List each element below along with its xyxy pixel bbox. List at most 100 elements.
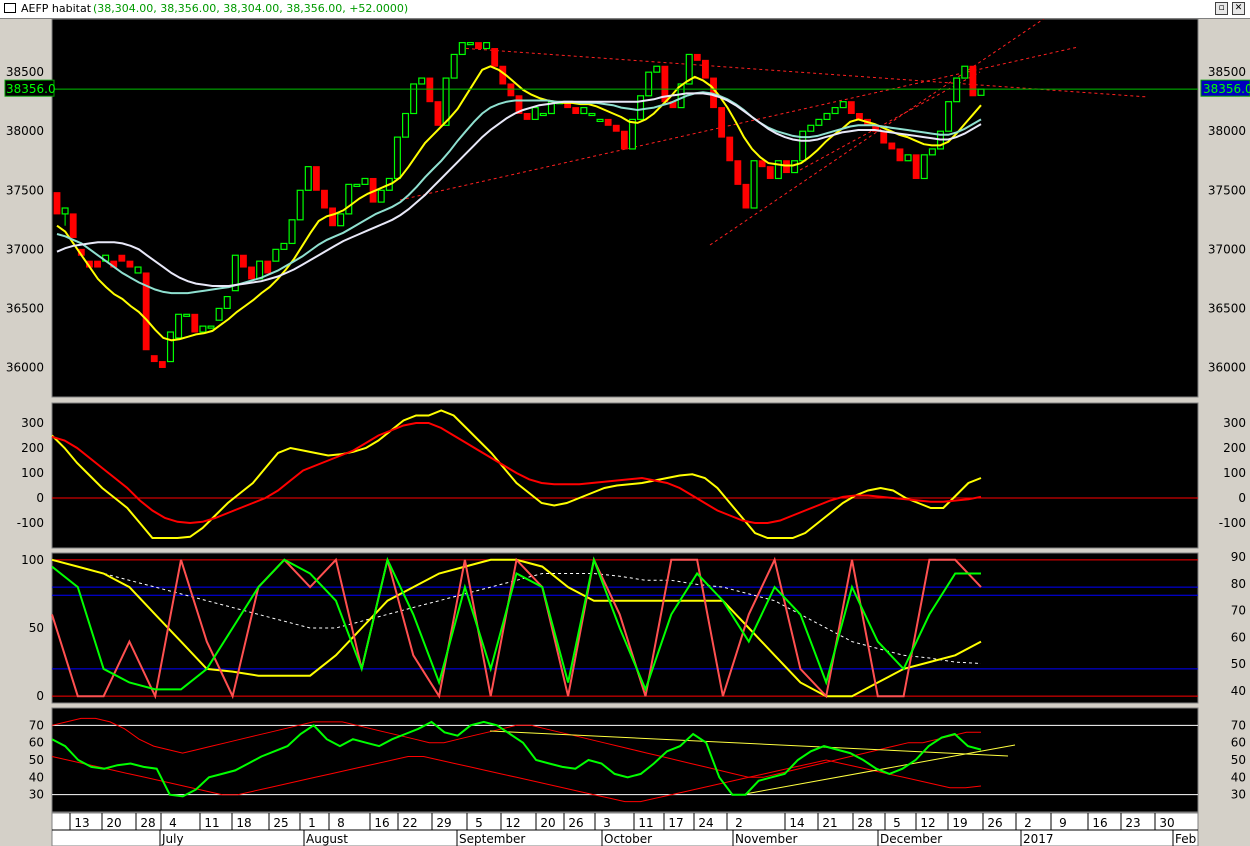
- candle-73[interactable]: [645, 71, 653, 97]
- candle-8[interactable]: [118, 254, 126, 262]
- candle-92[interactable]: [799, 130, 807, 162]
- close-button[interactable]: ✕: [1232, 2, 1245, 15]
- candle-1[interactable]: [61, 207, 69, 215]
- candle-49[interactable]: [450, 53, 458, 79]
- candle-59[interactable]: [531, 106, 539, 121]
- price-tick-right-0: 36000: [1208, 360, 1246, 374]
- candle-44[interactable]: [410, 83, 418, 115]
- candle-27[interactable]: [272, 248, 280, 262]
- candle-71[interactable]: [628, 118, 636, 150]
- candle-94[interactable]: [815, 118, 823, 126]
- candle-37[interactable]: [353, 183, 361, 187]
- candle-34[interactable]: [329, 207, 336, 227]
- candle-58[interactable]: [523, 113, 531, 120]
- candle-102[interactable]: [880, 130, 888, 144]
- candle-5[interactable]: [94, 260, 101, 268]
- candle-96[interactable]: [831, 106, 839, 115]
- candle-38[interactable]: [361, 177, 369, 185]
- candle-51[interactable]: [466, 42, 474, 46]
- restore-button[interactable]: ▫: [1215, 2, 1228, 15]
- candle-25[interactable]: [256, 260, 264, 280]
- candle-85[interactable]: [742, 183, 750, 209]
- candle-112[interactable]: [961, 65, 969, 79]
- x-day-label-13: 12: [505, 816, 520, 830]
- candle-93[interactable]: [807, 124, 815, 132]
- candle-108[interactable]: [928, 148, 936, 156]
- candle-97[interactable]: [839, 101, 847, 109]
- candle-21[interactable]: [223, 295, 231, 310]
- candle-31[interactable]: [304, 166, 312, 191]
- candle-28[interactable]: [280, 242, 288, 250]
- candle-43[interactable]: [402, 112, 410, 138]
- candle-13[interactable]: [158, 361, 166, 368]
- candle-15[interactable]: [175, 313, 183, 339]
- candle-88[interactable]: [766, 166, 774, 179]
- candle-29[interactable]: [288, 219, 296, 245]
- candle-99[interactable]: [856, 113, 863, 120]
- candle-30[interactable]: [296, 189, 304, 221]
- candle-9[interactable]: [126, 260, 134, 268]
- candle-24[interactable]: [248, 266, 255, 280]
- candle-20[interactable]: [215, 307, 223, 321]
- candle-83[interactable]: [726, 136, 734, 162]
- x-day-label-16: 3: [603, 816, 611, 830]
- candle-56[interactable]: [507, 83, 515, 97]
- candle-35[interactable]: [337, 213, 345, 227]
- candle-67[interactable]: [596, 118, 604, 123]
- candle-103[interactable]: [888, 142, 896, 150]
- candle-79[interactable]: [693, 53, 701, 61]
- candle-64[interactable]: [572, 107, 580, 114]
- candle-104[interactable]: [896, 148, 904, 162]
- chart-area[interactable]: 36000 3600036500 3650037000 3700037500 37500…: [0, 19, 1250, 846]
- candle-69[interactable]: [612, 124, 620, 132]
- candle-32[interactable]: [312, 166, 320, 191]
- candle-45[interactable]: [418, 77, 426, 85]
- candle-12[interactable]: [150, 355, 158, 363]
- candle-19[interactable]: [207, 325, 215, 329]
- candle-65[interactable]: [580, 106, 588, 115]
- candle-74[interactable]: [653, 65, 661, 73]
- candle-50[interactable]: [458, 42, 466, 56]
- candle-36[interactable]: [345, 183, 353, 215]
- candle-98[interactable]: [847, 101, 855, 114]
- candle-46[interactable]: [426, 77, 434, 103]
- candle-70[interactable]: [620, 130, 628, 150]
- x-day-label-20: 2: [735, 816, 743, 830]
- window-icon[interactable]: [4, 3, 16, 13]
- candle-87[interactable]: [758, 160, 766, 168]
- candle-66[interactable]: [588, 112, 596, 117]
- candle-72[interactable]: [637, 95, 645, 121]
- candle-26[interactable]: [264, 260, 272, 274]
- candle-10[interactable]: [134, 266, 142, 274]
- candle-42[interactable]: [393, 136, 401, 180]
- candle-16[interactable]: [183, 313, 191, 317]
- candle-17[interactable]: [191, 313, 199, 333]
- candle-95[interactable]: [823, 112, 831, 121]
- candle-111[interactable]: [953, 77, 961, 103]
- candle-114[interactable]: [977, 88, 985, 96]
- candle-47[interactable]: [434, 101, 442, 126]
- candle-2[interactable]: [69, 213, 77, 239]
- candle-52[interactable]: [475, 42, 482, 50]
- candle-84[interactable]: [734, 160, 742, 185]
- candle-80[interactable]: [702, 59, 709, 79]
- candle-14[interactable]: [166, 331, 174, 363]
- candle-54[interactable]: [491, 48, 499, 67]
- candle-60[interactable]: [539, 112, 547, 117]
- candle-107[interactable]: [920, 154, 928, 180]
- candle-53[interactable]: [483, 42, 491, 50]
- candle-33[interactable]: [321, 189, 328, 209]
- candle-23[interactable]: [240, 254, 247, 268]
- candle-18[interactable]: [199, 325, 207, 333]
- candle-82[interactable]: [718, 107, 726, 138]
- candle-106[interactable]: [912, 154, 920, 179]
- candle-40[interactable]: [377, 189, 385, 203]
- candle-86[interactable]: [750, 160, 758, 209]
- candle-90[interactable]: [783, 160, 790, 174]
- candle-105[interactable]: [904, 154, 912, 162]
- candle-113[interactable]: [969, 65, 977, 97]
- candle-110[interactable]: [945, 101, 953, 132]
- candle-91[interactable]: [791, 160, 799, 174]
- candle-68[interactable]: [604, 118, 612, 126]
- candle-0[interactable]: [53, 192, 61, 215]
